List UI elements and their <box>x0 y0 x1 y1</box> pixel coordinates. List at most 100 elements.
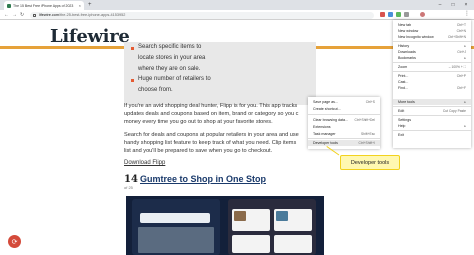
menu-item-clear-browsing-data[interactable]: Clear browsing data... Ctrl+Shift+Del <box>308 117 380 123</box>
menu-item-label: Help <box>398 124 406 128</box>
lock-icon <box>33 13 36 17</box>
back-button[interactable]: ← <box>4 11 9 19</box>
bullet-icon <box>131 47 134 50</box>
more-tools-submenu: Save page as... Ctrl+S Create shortcut...… <box>308 97 380 149</box>
menu-item-shortcut: Ctrl+Shift+N <box>448 35 466 39</box>
developer-tools-callout: Developer tools <box>340 155 400 170</box>
menu-item-shortcut: Shift+Esc <box>360 132 375 136</box>
browser-toolbar: ← → ↻ lifewire.com /the-25-best-free-iph… <box>0 10 474 20</box>
menu-item-label: Create shortcut... <box>313 107 341 111</box>
phone-screen-image <box>228 199 316 255</box>
forward-button[interactable]: → <box>12 11 17 19</box>
menu-item-shortcut: Ctrl+Shift+I <box>358 141 376 145</box>
menu-separator <box>393 62 471 63</box>
bullet-text: choose from. <box>138 87 173 93</box>
listing-photo-image <box>276 211 288 221</box>
menu-item-shortcut: ▸ <box>464 44 466 48</box>
menu-separator <box>308 138 380 139</box>
menu-item-label: Find... <box>398 86 408 90</box>
url-host: lifewire.com <box>39 13 60 17</box>
menu-separator <box>393 130 471 131</box>
menu-item-new-incognito-window[interactable]: New Incognito window Ctrl+Shift+N <box>393 34 471 40</box>
profile-avatar[interactable] <box>420 12 425 17</box>
menu-item-shortcut: Ctrl+J <box>457 50 466 54</box>
menu-item-label: Save page as... <box>313 100 338 104</box>
menu-item-label: New window <box>398 29 419 33</box>
menu-item-edit[interactable]: Edit Cut Copy Paste <box>393 108 471 114</box>
zoom-controls[interactable]: – 100% + ⛶ <box>449 65 466 69</box>
phone-screen-image <box>132 199 220 255</box>
extension-icon[interactable] <box>396 12 401 17</box>
bullet-icon <box>131 79 134 82</box>
menu-separator <box>393 106 471 107</box>
edit-actions[interactable]: Cut Copy Paste <box>443 109 466 113</box>
url-path: /the-25-best-free-iphone-apps-4153952 <box>59 13 126 17</box>
menu-item-label: Zoom <box>398 65 408 69</box>
tab-title: The 15 Best Free iPhone Apps of 2023 <box>13 3 74 8</box>
menu-item-extensions[interactable]: Extensions <box>308 124 380 130</box>
menu-item-label: Settings <box>398 118 411 122</box>
menu-item-shortcut: Ctrl+F <box>456 86 466 90</box>
menu-item-bookmarks[interactable]: Bookmarks ▸ <box>393 55 471 61</box>
browser-tab[interactable]: The 15 Best Free iPhone Apps of 2023 × <box>4 1 84 10</box>
section-count: of 25 <box>124 185 133 190</box>
menu-item-find[interactable]: Find... Ctrl+F <box>393 85 471 91</box>
extension-icon[interactable] <box>404 12 409 17</box>
menu-item-save-page-as[interactable]: Save page as... Ctrl+S <box>308 99 380 105</box>
extension-icon[interactable] <box>388 12 393 17</box>
bullet-text: where they are on sale. <box>138 66 201 72</box>
new-tab-button[interactable]: + <box>88 1 92 9</box>
menu-item-label: Developer tools <box>313 141 338 145</box>
menu-item-label: New Incognito window <box>398 35 434 39</box>
site-logo[interactable]: Lifewire <box>50 26 130 47</box>
menu-item-shortcut: ▸ <box>464 124 466 128</box>
listing-card-image <box>274 235 312 253</box>
search-bar-image <box>140 213 210 223</box>
app-screenshot-image <box>126 196 324 255</box>
menu-item-label: Cast... <box>398 80 409 84</box>
menu-item-shortcut: ▸ <box>464 56 466 60</box>
close-window-button[interactable]: × <box>460 0 472 10</box>
menu-item-create-shortcut[interactable]: Create shortcut... <box>308 106 380 112</box>
menu-item-label: Bookmarks <box>398 56 416 60</box>
menu-item-developer-tools[interactable]: Developer tools Ctrl+Shift+I <box>308 140 380 146</box>
chrome-menu-kebab-icon[interactable]: ⋮ <box>464 11 470 17</box>
section-number: 14 <box>124 174 138 185</box>
menu-item-shortcut: Ctrl+S <box>365 100 375 104</box>
menu-separator <box>393 41 471 42</box>
menu-item-label: Task manager <box>313 132 336 136</box>
listing-card-image <box>232 235 270 253</box>
menu-separator <box>393 115 471 116</box>
extension-icon[interactable] <box>380 12 385 17</box>
menu-item-label: Print... <box>398 74 409 78</box>
address-bar[interactable]: lifewire.com /the-25-best-free-iphone-ap… <box>30 11 374 19</box>
menu-item-label: More tools <box>398 100 415 104</box>
menu-item-task-manager[interactable]: Task manager Shift+Esc <box>308 131 380 137</box>
menu-item-exit[interactable]: Exit <box>393 132 471 138</box>
menu-item-shortcut: Ctrl+T <box>456 23 466 27</box>
minimize-button[interactable]: – <box>434 0 446 10</box>
menu-item-zoom[interactable]: Zoom – 100% + ⛶ <box>393 64 471 70</box>
menu-item-shortcut: Ctrl+Shift+Del <box>354 118 375 122</box>
listing-photo-image <box>234 211 246 221</box>
menu-item-label: New tab <box>398 23 412 27</box>
reload-button[interactable]: ↻ <box>20 11 24 19</box>
pros-box <box>124 42 316 105</box>
menu-item-label: Downloads <box>398 50 416 54</box>
section-title-link[interactable]: Gumtree to Shop in One Stop <box>140 174 266 184</box>
menu-item-label: History <box>398 44 410 48</box>
menu-item-label: Exit <box>398 133 404 137</box>
tab-strip: The 15 Best Free iPhone Apps of 2023 × +… <box>0 0 474 10</box>
menu-item-label: Edit <box>398 109 405 113</box>
menu-item-help[interactable]: Help ▸ <box>393 123 471 129</box>
tab-close-icon[interactable]: × <box>79 3 81 8</box>
share-button[interactable]: ⟳ <box>8 235 21 248</box>
menu-item-shortcut: ▸ <box>464 100 466 104</box>
menu-separator <box>308 114 380 115</box>
menu-item-label: Clear browsing data... <box>313 118 348 122</box>
download-flipp-link[interactable]: Download Flipp <box>124 160 165 166</box>
menu-item-more-tools[interactable]: More tools ▸ <box>393 99 471 105</box>
maximize-button[interactable]: □ <box>447 0 459 10</box>
menu-separator <box>393 71 471 72</box>
menu-item-label: Extensions <box>313 125 331 129</box>
